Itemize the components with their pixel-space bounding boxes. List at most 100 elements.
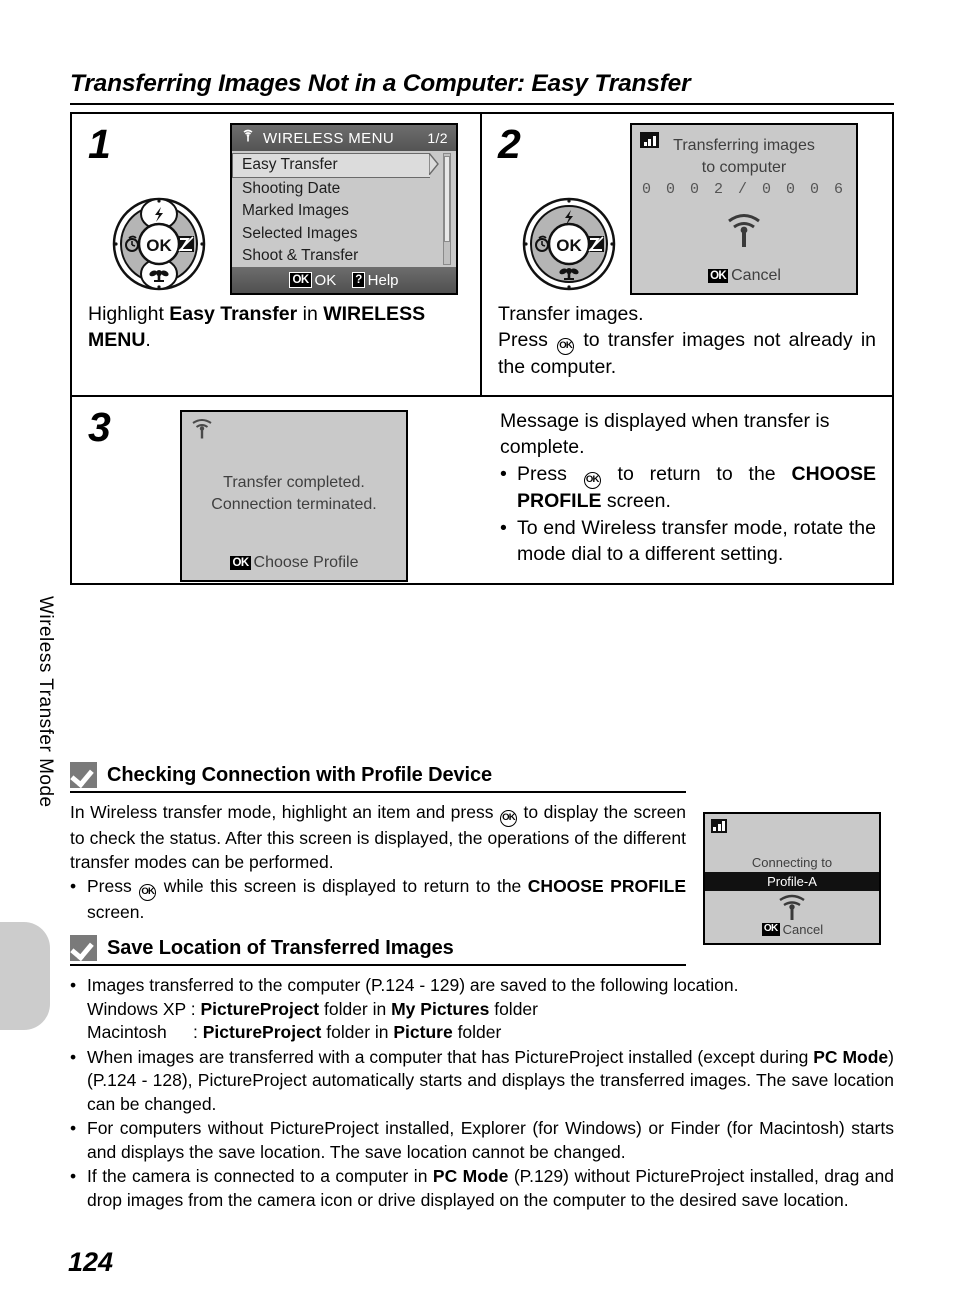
bullet-text: To end Wireless transfer mode, rotate th… — [517, 516, 876, 565]
step-2-lcd: Transferring images to computer 0 0 0 2 … — [630, 123, 858, 295]
ok-button-icon: OK — [557, 337, 575, 355]
step-1-caption: Highlight Easy Transfer in WIRELESS MENU… — [72, 302, 480, 368]
bullet-dot: • — [70, 1046, 77, 1067]
bullet-text: Press OK while this screen is displayed … — [87, 875, 686, 925]
menu-list: Easy Transfer Shooting Date Marked Image… — [232, 151, 456, 267]
ok-button-glyph: OK — [289, 271, 312, 289]
bullet-dot: • — [70, 1166, 77, 1187]
step-2-caption-body: Press OK to transfer images not already … — [498, 328, 876, 381]
check-mark-icon — [70, 762, 97, 788]
press-text: Press — [498, 328, 557, 351]
step-1-number: 1 — [88, 121, 111, 167]
my-pictures-bold: My Pictures — [391, 998, 490, 1019]
menu-item-marked-images[interactable]: Marked Images — [232, 200, 456, 223]
check-mark-icon — [70, 935, 97, 961]
steps-row-top: 1 OK WIRELESS MENU 1/2 Easy Transfer Sho… — [72, 114, 892, 397]
note-header: Save Location of Transferred Images — [70, 935, 686, 966]
note-bullet-3: • For computers without PictureProject i… — [70, 1117, 894, 1164]
message-line-1: Transfer completed. — [223, 473, 365, 491]
folder-text: folder — [452, 1022, 502, 1043]
cancel-action[interactable]: OK Cancel — [632, 267, 856, 285]
macintosh-label: Macintosh : — [87, 1022, 203, 1043]
note-paragraph: In Wireless transfer mode, highlight an … — [70, 801, 686, 874]
windows-label: Windows XP : — [87, 998, 201, 1019]
transfer-count: 0 0 0 2 / 0 0 0 6 — [641, 181, 847, 198]
message-line-2: Connection terminated. — [211, 495, 377, 513]
multi-selector-dial-2: OK — [514, 194, 624, 299]
menu-item-label: Easy Transfer — [242, 156, 338, 173]
note-bullet-1: • Images transferred to the computer (P.… — [70, 974, 894, 1045]
caption-period: . — [145, 328, 151, 351]
ok-button-icon: OK — [500, 810, 517, 827]
bullet-dot: • — [70, 975, 77, 995]
bullet-pre: Press — [87, 876, 139, 897]
folder-in-text: folder in — [321, 1022, 394, 1043]
lcd-header: WIRELESS MENU 1/2 — [232, 125, 456, 151]
svg-text:OK: OK — [556, 236, 582, 255]
footer-help[interactable]: ? Help — [352, 271, 399, 289]
footer-help-label: Help — [367, 271, 399, 289]
footer-ok[interactable]: OK OK — [289, 272, 336, 289]
bullet-dot: • — [70, 1118, 77, 1139]
note-bullet-2: • When images are transferred with a com… — [70, 1046, 894, 1117]
folder-in-text: folder in — [319, 998, 392, 1019]
pictureproject-bold: PictureProject — [200, 998, 320, 1019]
step-3-bullet-2: • To end Wireless transfer mode, rotate … — [500, 516, 876, 568]
ok-button-glyph: OK — [229, 554, 252, 571]
note-checking-connection: Checking Connection with Profile Device … — [70, 762, 686, 925]
connecting-line-1: Connecting to — [751, 855, 833, 870]
menu-item-selected-images[interactable]: Selected Images — [232, 223, 456, 246]
step-2-caption-title: Transfer images. — [498, 303, 644, 325]
picture-bold: Picture — [393, 1022, 453, 1043]
step-3-caption: Message is displayed when transfer is co… — [492, 397, 892, 583]
step-3-lcd: Transfer completed. Connection terminate… — [180, 409, 408, 582]
menu-item-shoot-and-transfer[interactable]: Shoot & Transfer — [232, 245, 456, 268]
choose-profile-action[interactable]: OK Choose Profile — [182, 554, 406, 572]
step-3-bullet-1: • Press OK to return to the CHOOSE PROFI… — [500, 462, 876, 515]
connecting-lcd: Connecting to Profile-A OK Cancel — [703, 812, 881, 945]
lcd-page-indicator: 1/2 — [427, 130, 448, 146]
bullet-pre: When images are transferred with a compu… — [87, 1046, 814, 1067]
step-3-caption-title: Message is displayed when transfer is co… — [500, 409, 830, 458]
save-location-line-1: Images transferred to the computer (P.12… — [87, 975, 739, 995]
menu-item-shooting-date[interactable]: Shooting Date — [232, 178, 456, 201]
cancel-label: Cancel — [731, 267, 781, 284]
lcd-header-title: WIRELESS MENU — [263, 129, 395, 147]
step-2-caption: Transfer images. Press OK to transfer im… — [482, 302, 892, 395]
bullet-dot: • — [70, 876, 77, 897]
caption-text: Highlight — [88, 303, 170, 325]
folder-text: folder — [489, 998, 538, 1019]
bullet-bold-choose-profile: CHOOSE PROFILE — [527, 876, 686, 897]
step-3-number: 3 — [88, 403, 111, 450]
wireless-signal-icon — [632, 211, 856, 256]
bullet-mid: to return to the — [601, 462, 792, 485]
note-bullet-4: • If the camera is connected to a comput… — [70, 1165, 894, 1212]
transfer-line-2: to computer — [701, 159, 787, 176]
pc-mode-bold: PC Mode — [432, 1166, 509, 1187]
svg-text:OK: OK — [146, 236, 172, 255]
step-1-cell: 1 OK WIRELESS MENU 1/2 Easy Transfer Sho… — [72, 114, 482, 395]
bullet-text: When images are transferred with a compu… — [87, 1046, 894, 1117]
bullet-text: If the camera is connected to a computer… — [87, 1165, 894, 1212]
menu-item-easy-transfer[interactable]: Easy Transfer — [232, 151, 439, 178]
selection-arrow-icon — [428, 151, 443, 178]
bullet-pre: Press — [517, 462, 583, 485]
page-number: 124 — [68, 1247, 114, 1277]
note-header: Checking Connection with Profile Device — [70, 762, 686, 793]
wireless-signal-icon — [189, 417, 215, 446]
pictureproject-bold: PictureProject — [202, 1022, 322, 1043]
profile-highlight[interactable]: Profile-A — [705, 872, 879, 891]
note-title: Save Location of Transferred Images — [107, 936, 454, 959]
note-title: Checking Connection with Profile Device — [107, 763, 493, 786]
caption-bold-easy-transfer: Easy Transfer — [169, 303, 298, 325]
note-bullet-1: • Press OK while this screen is displaye… — [70, 875, 686, 925]
step-3-cell: 3 Transfer completed. Connection termina… — [72, 397, 892, 583]
bullet-text: Press OK to return to the CHOOSE PROFILE… — [517, 462, 876, 515]
bullet-post: screen. — [601, 489, 671, 512]
ok-button-icon: OK — [139, 884, 157, 902]
chapter-side-label: Wireless Transfer Mode — [35, 596, 56, 808]
bullet-text: For computers without PictureProject ins… — [87, 1118, 894, 1162]
lcd-footer: OK OK ? Help — [232, 267, 456, 293]
footer-ok-label: OK — [314, 271, 337, 289]
bullet-text: Images transferred to the computer (P.12… — [87, 974, 894, 1045]
